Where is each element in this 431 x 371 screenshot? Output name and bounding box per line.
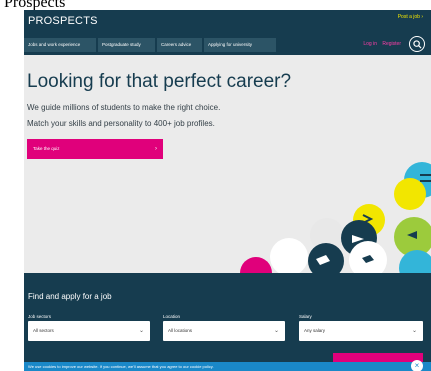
job-sectors-label: Job sectors — [28, 314, 52, 319]
chevron-down-icon: ⌄ — [138, 328, 144, 334]
browser-title: Prospects — [4, 0, 66, 10]
search-icon — [413, 40, 422, 49]
job-finder: Find and apply for a job Job sectors All… — [24, 273, 431, 362]
hero-banner: Looking for that perfect career? We guid… — [24, 55, 431, 273]
hero-subtitle-line: Match your skills and personality to 400… — [27, 119, 215, 128]
hero-subtitle-line: We guide millions of students to make th… — [27, 103, 221, 112]
search-jobs-button[interactable] — [333, 353, 423, 362]
cookie-banner: We use cookies to improve our website. I… — [24, 360, 431, 371]
close-icon[interactable]: × — [411, 360, 423, 371]
tab-careers-advice[interactable]: Careers advice — [157, 38, 202, 52]
location-label: Location — [163, 314, 181, 319]
login-link[interactable]: Log in — [363, 41, 377, 47]
tab-applying-university[interactable]: Applying for university — [204, 38, 276, 52]
salary-value: Any salary — [304, 328, 326, 333]
chevron-down-icon: ⌄ — [273, 328, 279, 334]
post-job-link[interactable]: Post a job › — [398, 14, 423, 20]
main-nav: Jobs and work experience Postgraduate st… — [24, 38, 276, 52]
browser-title-bar: Prospects — [0, 0, 431, 10]
register-link[interactable]: Register — [382, 41, 401, 47]
tab-postgraduate-study[interactable]: Postgraduate study — [98, 38, 155, 52]
chevron-right-icon: › — [155, 146, 157, 152]
take-quiz-label: Take the quiz — [33, 146, 60, 151]
location-select[interactable]: All locations ⌄ — [163, 321, 285, 341]
salary-select[interactable]: Any salary ⌄ — [299, 321, 423, 341]
job-sectors-select[interactable]: All sectors ⌄ — [28, 321, 150, 341]
auth-links: Log in Register — [359, 41, 401, 47]
job-sectors-value: All sectors — [33, 328, 54, 333]
site-logo[interactable]: PROSPECTS — [28, 15, 98, 27]
search-button[interactable] — [409, 36, 425, 52]
chevron-down-icon: ⌄ — [411, 328, 417, 334]
hero-subtitle: We guide millions of students to make th… — [27, 100, 327, 132]
tab-jobs-work-experience[interactable]: Jobs and work experience — [24, 38, 96, 52]
site-header: PROSPECTS Post a job › Jobs and work exp… — [24, 10, 431, 55]
cookie-message: We use cookies to improve our website. I… — [28, 364, 214, 369]
job-finder-title: Find and apply for a job — [28, 292, 112, 301]
location-value: All locations — [168, 328, 193, 333]
hero-title: Looking for that perfect career? — [27, 71, 292, 92]
salary-label: Salary — [299, 314, 312, 319]
take-quiz-button[interactable]: Take the quiz › — [27, 139, 163, 159]
